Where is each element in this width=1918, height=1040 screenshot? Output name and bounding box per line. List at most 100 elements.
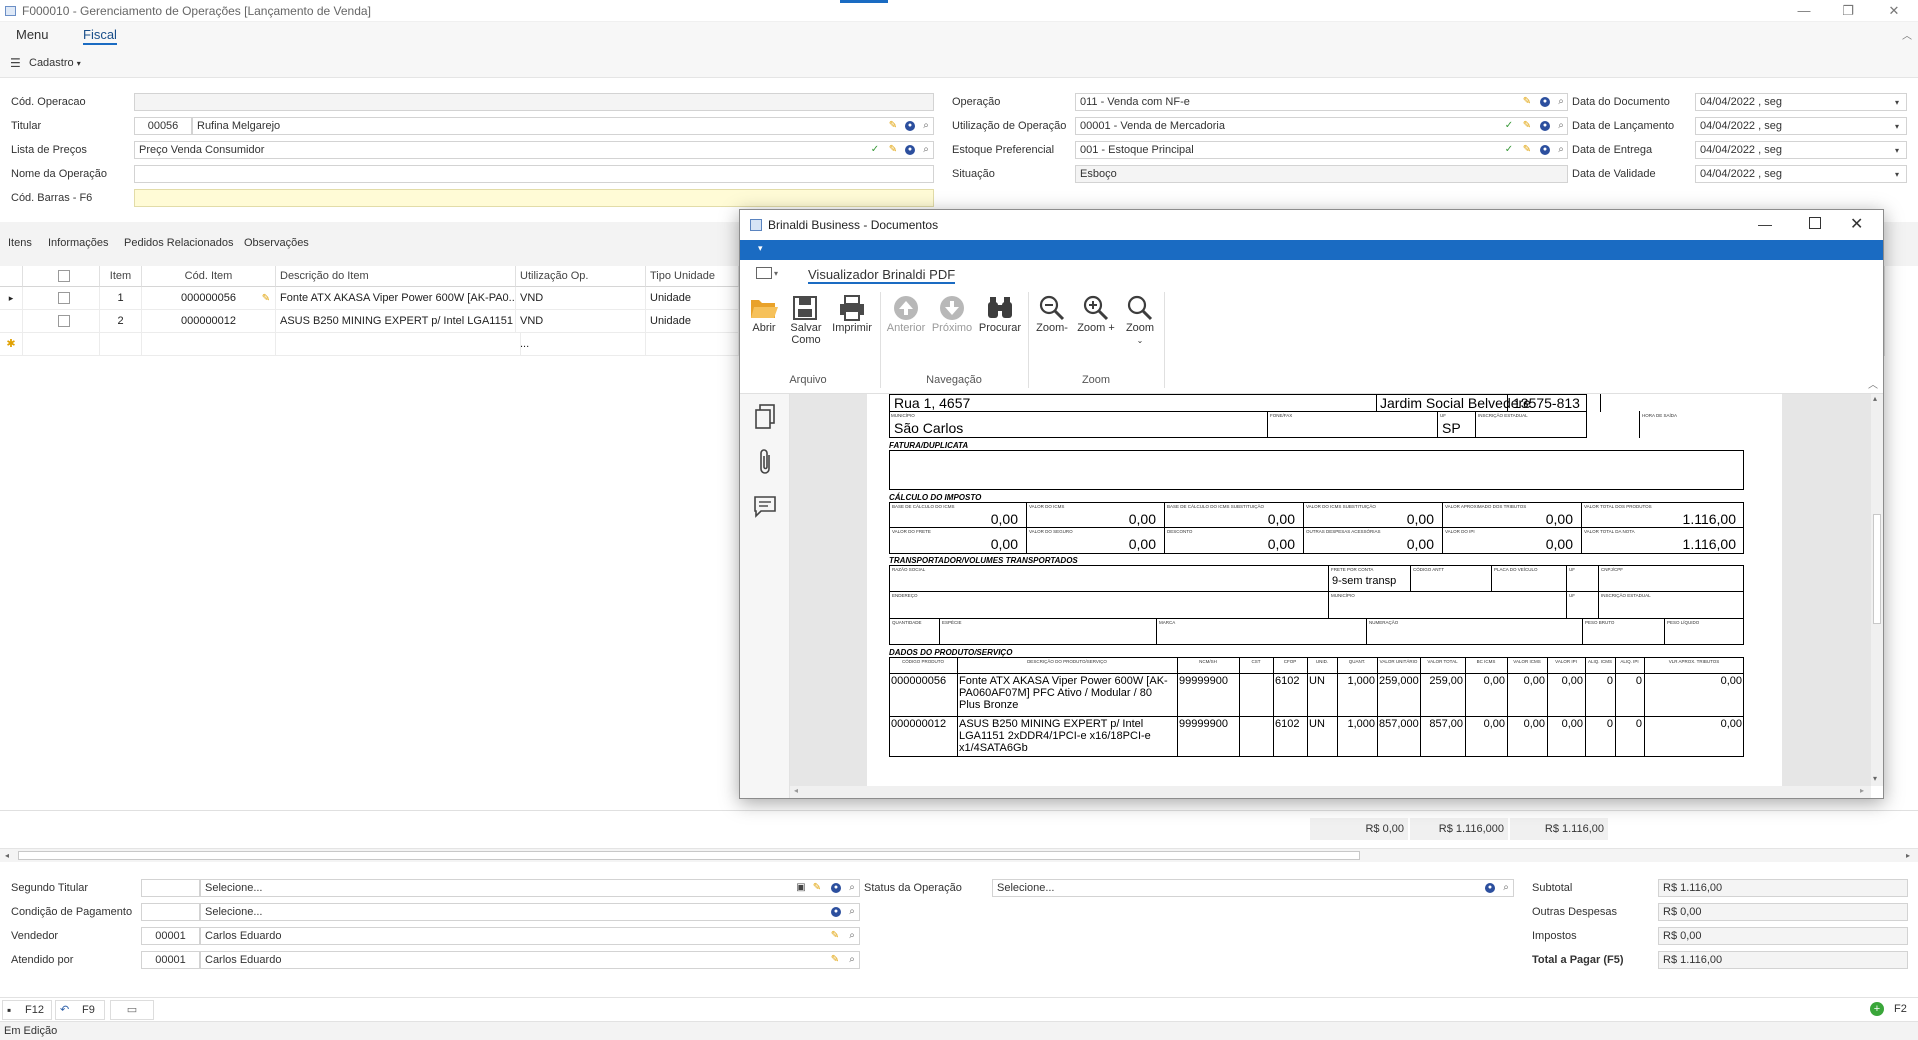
vendedor-name[interactable]: Carlos Eduardo	[200, 927, 860, 945]
scroll-thumb[interactable]	[1873, 514, 1881, 624]
search-icon[interactable]: ⌕	[1555, 144, 1567, 156]
dropdown-caret-icon[interactable]: ▾	[1895, 122, 1899, 131]
grid-header-item[interactable]: Item	[100, 266, 142, 287]
tab-menu[interactable]: Menu	[16, 27, 49, 42]
row-checkbox[interactable]	[58, 315, 70, 327]
cadastro-menu[interactable]: Cadastro ▾	[29, 57, 81, 69]
select-all-checkbox[interactable]	[58, 270, 70, 282]
zoom-button[interactable]: Zoom ⌄	[1120, 294, 1160, 346]
edit-pencil-icon[interactable]: ✎	[887, 120, 899, 132]
viewer-hscrollbar[interactable]: ◂ ▸	[790, 786, 1871, 798]
zoom-in-button[interactable]: Zoom +	[1074, 294, 1118, 334]
tab-fiscal[interactable]: Fiscal	[83, 27, 117, 45]
row-descricao[interactable]: ASUS B250 MINING EXPERT p/ Intel LGA1151…	[276, 310, 516, 333]
zoom-out-button[interactable]: Zoom-	[1032, 294, 1072, 334]
operacao-field[interactable]: 011 - Venda com NF-e	[1075, 93, 1568, 111]
edit-pencil-icon[interactable]: ✎	[1521, 144, 1533, 156]
edit-pencil-icon[interactable]: ✎	[260, 293, 272, 305]
scroll-left-icon[interactable]: ◂	[794, 786, 798, 795]
row-checkbox[interactable]	[58, 292, 70, 304]
dropdown-caret-icon[interactable]: ▾	[1895, 170, 1899, 179]
toggle-panel-button[interactable]: ▭	[110, 1000, 154, 1020]
new-row-cell[interactable]	[23, 333, 100, 356]
info-circle-icon[interactable]: ●	[905, 121, 915, 131]
chevron-down-icon[interactable]: ▾	[774, 269, 778, 278]
condicao-pagamento-code[interactable]	[141, 903, 200, 921]
row-tipo-unidade[interactable]: Unidade	[646, 310, 739, 333]
titular-name-field[interactable]: Rufina Melgarejo	[192, 117, 934, 135]
grid-hscrollbar[interactable]: ◂ ▸	[0, 848, 1918, 862]
search-icon[interactable]: ⌕	[920, 144, 932, 156]
grid-header-cod-item[interactable]: Cód. Item	[142, 266, 276, 287]
search-icon[interactable]: ⌕	[1555, 120, 1567, 132]
edit-pencil-icon[interactable]: ✎	[829, 930, 841, 942]
tab-pedidos-relacionados[interactable]: Pedidos Relacionados	[124, 237, 233, 249]
edit-pencil-icon[interactable]: ✎	[1521, 120, 1533, 132]
new-row-placeholder[interactable]: ...	[516, 333, 646, 356]
info-circle-icon[interactable]: ●	[1540, 145, 1550, 155]
new-row-cell[interactable]	[276, 333, 521, 356]
tab-informacoes[interactable]: Informações	[48, 237, 109, 249]
search-icon[interactable]: ⌕	[846, 906, 858, 918]
search-icon[interactable]: ⌕	[1555, 96, 1567, 108]
info-circle-icon[interactable]: ●	[831, 907, 841, 917]
info-circle-icon[interactable]: ●	[905, 145, 915, 155]
close-icon[interactable]: ✕	[1880, 2, 1908, 20]
dialog-minimize-icon[interactable]: —	[1758, 216, 1772, 232]
grid-header-descricao[interactable]: Descrição do Item	[276, 266, 516, 287]
comment-icon[interactable]	[753, 494, 777, 518]
search-icon[interactable]: ⌕	[846, 930, 858, 942]
hamburger-icon[interactable]: ☰	[10, 56, 21, 70]
minimize-icon[interactable]: —	[1790, 2, 1818, 20]
salvar-como-button[interactable]: Salvar Como	[786, 294, 826, 346]
dropdown-caret-icon[interactable]: ▾	[1895, 146, 1899, 155]
data-documento-field[interactable]: 04/04/2022 , seg	[1695, 93, 1907, 111]
anterior-button[interactable]: Anterior	[884, 294, 928, 334]
edit-pencil-icon[interactable]: ✎	[811, 882, 823, 894]
pages-icon[interactable]	[754, 404, 776, 430]
app-menu-icon[interactable]	[756, 267, 772, 279]
data-entrega-field[interactable]: 04/04/2022 , seg	[1695, 141, 1907, 159]
segundo-titular-select[interactable]: Selecione...	[200, 879, 860, 897]
undo-button[interactable]: ↶ F9	[55, 1000, 105, 1020]
row-tipo-unidade[interactable]: Unidade	[646, 287, 739, 310]
search-icon[interactable]: ⌕	[920, 120, 932, 132]
scroll-right-icon[interactable]: ▸	[1860, 786, 1864, 795]
scroll-up-icon[interactable]: ▴	[1873, 394, 1877, 403]
scroll-left-icon[interactable]: ◂	[5, 851, 9, 860]
condicao-pagamento-select[interactable]: Selecione...	[200, 903, 860, 921]
status-operacao-select[interactable]: Selecione...	[992, 879, 1514, 897]
new-row-cell[interactable]	[646, 333, 739, 356]
abrir-button[interactable]: Abrir	[746, 294, 782, 334]
pdf-viewer[interactable]: Rua 1, 4657 Jardim Social Belvedere 1357…	[790, 394, 1871, 786]
search-icon[interactable]: ⌕	[846, 882, 858, 894]
atendido-por-code[interactable]: 00001	[141, 951, 200, 969]
search-icon[interactable]: ⌕	[846, 954, 858, 966]
tab-itens[interactable]: Itens	[8, 237, 32, 249]
nome-operacao-field[interactable]	[134, 165, 934, 183]
segundo-titular-code[interactable]	[141, 879, 200, 897]
row-descricao[interactable]: Fonte ATX AKASA Viper Power 600W [AK-PA0…	[276, 287, 516, 310]
titular-code-field[interactable]: 00056	[134, 117, 192, 135]
grid-header-tipo-unidade[interactable]: Tipo Unidade	[646, 266, 739, 287]
new-row-cell[interactable]	[142, 333, 276, 356]
tab-visualizador[interactable]: Visualizador Brinaldi PDF	[808, 267, 956, 284]
save-button[interactable]: ▪ F12	[2, 1000, 52, 1020]
scroll-thumb[interactable]	[18, 851, 1360, 860]
procurar-button[interactable]: Procurar	[976, 294, 1024, 334]
edit-pencil-icon[interactable]: ✎	[1521, 96, 1533, 108]
new-row-cell[interactable]	[100, 333, 142, 356]
data-lancamento-field[interactable]: 04/04/2022 , seg	[1695, 117, 1907, 135]
edit-pencil-icon[interactable]: ✎	[829, 954, 841, 966]
grid-header-utilizacao[interactable]: Utilização Op.	[516, 266, 646, 287]
estoque-field[interactable]: 001 - Estoque Principal	[1075, 141, 1568, 159]
proximo-button[interactable]: Próximo	[930, 294, 974, 334]
restore-icon[interactable]: ❐	[1834, 2, 1862, 20]
edit-pencil-icon[interactable]: ✎	[887, 144, 899, 156]
row-cod-item[interactable]: 000000056	[142, 287, 276, 310]
save-icon[interactable]: ▣	[795, 882, 807, 894]
collapse-ribbon-icon[interactable]: ︿	[1868, 376, 1878, 391]
atendido-por-name[interactable]: Carlos Eduardo	[200, 951, 860, 969]
row-cod-item[interactable]: 000000012	[142, 310, 276, 333]
info-circle-icon[interactable]: ●	[831, 883, 841, 893]
